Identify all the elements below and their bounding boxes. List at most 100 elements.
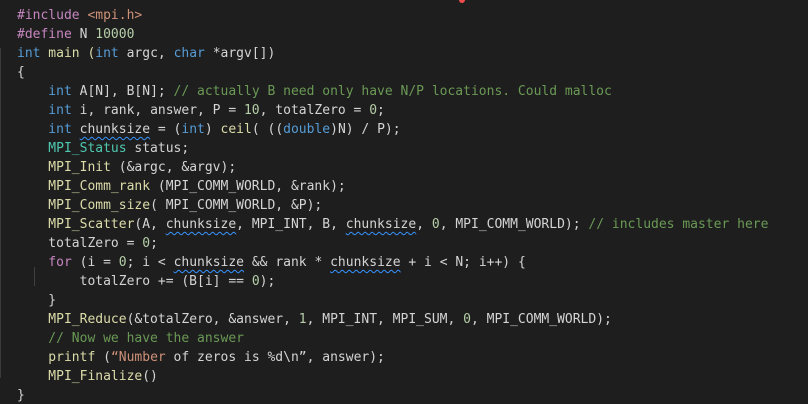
- code-token: );: [259, 274, 276, 289]
- code-token: #define: [17, 27, 80, 42]
- code-token: for: [17, 255, 72, 270]
- code-line[interactable]: int A[N], B[N]; // actually B need only …: [17, 82, 808, 101]
- code-token: ;: [377, 103, 385, 118]
- code-token: ,: [416, 217, 432, 232]
- code-token: MPI_Reduce: [17, 312, 127, 327]
- code-token: (: [95, 350, 111, 365]
- code-token: 0: [369, 103, 378, 118]
- code-area[interactable]: #include <mpi.h> #define N 10000 int main …: [17, 6, 808, 404]
- code-line[interactable]: totalZero += (B[i] == 0);: [17, 272, 808, 291]
- code-token: (A,: [134, 217, 166, 232]
- code-token: ( ((: [251, 122, 284, 137]
- code-token: {: [17, 65, 25, 80]
- warning-squiggle-token: chunksize: [165, 217, 237, 232]
- code-token: MPI_Comm_rank: [17, 179, 151, 194]
- code-token: int: [17, 46, 41, 61]
- code-token: , MPI_COMM_WORLD);: [439, 217, 589, 232]
- code-token: double: [283, 122, 331, 137]
- code-token: argc,: [118, 46, 174, 61]
- code-line[interactable]: // Now we have the answer: [17, 329, 808, 348]
- code-token: // includes master here: [588, 217, 769, 232]
- code-token: 1: [298, 312, 307, 327]
- code-token: ( MPI_COMM_WORLD, &P);: [150, 198, 323, 213]
- code-token: main (: [40, 46, 96, 61]
- code-token: )N) / P);: [330, 122, 401, 137]
- code-token: totalZero += (B[i] ==: [17, 274, 252, 289]
- code-token: , totalZero =: [259, 103, 370, 118]
- code-token: int: [95, 46, 119, 61]
- clipped-previous-line: [0, 0, 808, 4]
- code-token: // Now we have the answer: [17, 331, 244, 346]
- warning-squiggle-token: chunksize: [330, 255, 401, 270]
- code-line[interactable]: int main (int argc, char *argv[]): [17, 44, 808, 63]
- code-line[interactable]: totalZero = 0;: [17, 234, 808, 253]
- code-token: 10000: [95, 27, 135, 42]
- code-token: “Number: [110, 350, 166, 365]
- code-line[interactable]: }: [17, 386, 808, 404]
- code-token: MPI_Comm_size: [17, 198, 151, 213]
- code-token: }: [17, 293, 57, 308]
- code-token: (i =: [71, 255, 119, 270]
- code-token: 10: [243, 103, 260, 118]
- warning-squiggle-token: chunksize: [173, 255, 245, 270]
- code-token: 0: [118, 255, 127, 270]
- code-token: MPI_Init: [17, 160, 111, 175]
- code-token: MPI_Scatter: [17, 217, 135, 232]
- code-token: status;: [126, 141, 190, 156]
- code-token: , MPI_INT, B,: [236, 217, 346, 232]
- code-token: N: [79, 27, 96, 42]
- code-token: 0: [431, 217, 440, 232]
- code-token: ): [204, 122, 221, 137]
- code-token: // actually B need only have N/P locatio…: [173, 84, 612, 99]
- code-token: (MPI_COMM_WORLD, &rank);: [150, 179, 346, 194]
- warning-squiggle-token: chunksize: [79, 122, 151, 137]
- code-token: int: [181, 122, 205, 137]
- error-marker-icon: [459, 0, 465, 3]
- code-token: ;: [150, 236, 158, 251]
- code-token: , MPI_COMM_WORLD);: [470, 312, 612, 327]
- code-line[interactable]: int i, rank, answer, P = 10, totalZero =…: [17, 101, 808, 120]
- code-line[interactable]: MPI_Init (&argc, &argv);: [17, 158, 808, 177]
- code-line[interactable]: }: [17, 291, 808, 310]
- code-line[interactable]: MPI_Reduce(&totalZero, &answer, 1, MPI_I…: [17, 310, 808, 329]
- code-token: int: [17, 122, 72, 137]
- code-token: of zeros is %d\n”, answer);: [165, 350, 385, 365]
- code-token: 0: [463, 312, 471, 327]
- code-line[interactable]: MPI_Scatter(A, chunksize, MPI_INT, B, ch…: [17, 215, 808, 234]
- code-token: MPI_Finalize: [17, 369, 143, 384]
- code-line[interactable]: {: [17, 63, 808, 82]
- code-token: printf: [17, 350, 96, 365]
- code-editor[interactable]: #include <mpi.h> #define N 10000 int main …: [0, 0, 808, 404]
- code-line[interactable]: MPI_Comm_size( MPI_COMM_WORLD, &P);: [17, 196, 808, 215]
- code-line[interactable]: #define N 10000: [17, 25, 808, 44]
- code-token: #include: [17, 8, 88, 23]
- code-token: ; i <: [126, 255, 174, 270]
- code-token: }: [17, 388, 25, 403]
- code-token: = (: [150, 122, 182, 137]
- code-token: int: [17, 103, 72, 118]
- code-line[interactable]: MPI_Status status;: [17, 139, 808, 158]
- code-token: *argv[]): [204, 46, 276, 61]
- code-token: 0: [142, 236, 151, 251]
- code-token: A[N], B[N];: [71, 84, 174, 99]
- code-token: int: [17, 84, 72, 99]
- code-token: ceil: [220, 122, 252, 137]
- gutter-guide: [0, 48, 1, 378]
- code-token: i, rank, answer, P =: [71, 103, 244, 118]
- code-line[interactable]: int chunksize = (int) ceil( ((double)N) …: [17, 120, 808, 139]
- warning-squiggle-token: chunksize: [345, 217, 417, 232]
- code-line[interactable]: #include <mpi.h>: [17, 6, 808, 25]
- code-token: , MPI_INT, MPI_SUM,: [306, 312, 464, 327]
- code-line[interactable]: for (i = 0; i < chunksize && rank * chun…: [17, 253, 808, 272]
- code-token: 0: [251, 274, 260, 289]
- code-line[interactable]: MPI_Comm_rank (MPI_COMM_WORLD, &rank);: [17, 177, 808, 196]
- code-token: (): [142, 369, 158, 384]
- code-line[interactable]: printf (“Number of zeros is %d\n”, answe…: [17, 348, 808, 367]
- code-token: MPI_Status: [17, 141, 127, 156]
- code-token: (&totalZero, &answer,: [126, 312, 299, 327]
- code-token: totalZero =: [17, 236, 143, 251]
- code-token: && rank *: [244, 255, 331, 270]
- code-token: + i < N; i++) {: [400, 255, 526, 270]
- code-line[interactable]: MPI_Finalize(): [17, 367, 808, 386]
